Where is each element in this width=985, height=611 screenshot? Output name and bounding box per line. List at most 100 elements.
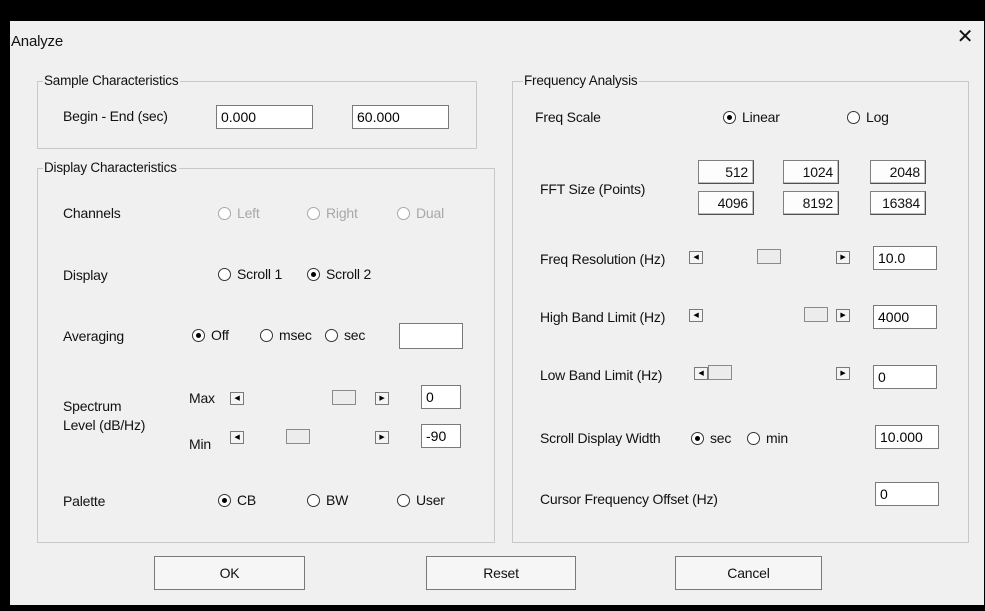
freq-scale-log-radio[interactable]: Log xyxy=(847,109,889,125)
spectrum-max-thumb[interactable] xyxy=(332,390,356,405)
radio-circle xyxy=(307,206,320,220)
radio-circle xyxy=(691,431,704,445)
freq-resolution-scroll-right[interactable]: ▶ xyxy=(836,251,850,264)
radio-label: Off xyxy=(211,327,229,343)
radio-circle xyxy=(218,206,231,220)
channel-left-radio: Left xyxy=(218,205,260,221)
display-scroll2-radio[interactable]: Scroll 2 xyxy=(307,266,371,282)
freq-resolution-scroll-left[interactable]: ◀ xyxy=(689,251,703,264)
radio-circle xyxy=(260,328,273,342)
palette-cb-radio[interactable]: CB xyxy=(218,492,256,508)
fft-8192-button[interactable]: 8192 xyxy=(783,191,839,215)
ok-button[interactable]: OK xyxy=(154,556,305,590)
scroll-width-min-radio[interactable]: min xyxy=(747,430,788,446)
scroll-width-sec-radio[interactable]: sec xyxy=(691,430,731,446)
spectrum-max-scroll-left[interactable]: ◀ xyxy=(230,392,244,405)
radio-label: Scroll 2 xyxy=(326,266,372,282)
dialog-title: Analyze xyxy=(11,33,63,50)
radio-label: Linear xyxy=(742,109,780,125)
high-band-thumb[interactable] xyxy=(804,307,828,322)
radio-label: User xyxy=(416,492,445,508)
spectrum-min-scroll-right[interactable]: ▶ xyxy=(375,431,389,444)
radio-circle xyxy=(397,206,410,220)
radio-label: CB xyxy=(237,492,257,508)
freq-resolution-input[interactable] xyxy=(873,246,937,270)
radio-circle xyxy=(847,110,860,124)
spectrum-label-line1: Spectrum xyxy=(63,398,122,414)
display-characteristics-legend: Display Characteristics xyxy=(43,160,179,176)
low-band-scroll-left[interactable]: ◀ xyxy=(694,367,708,380)
fft-1024-button[interactable]: 1024 xyxy=(783,160,839,184)
averaging-input[interactable] xyxy=(399,323,463,349)
spectrum-min-scroll-left[interactable]: ◀ xyxy=(230,431,244,444)
fft-512-button[interactable]: 512 xyxy=(698,160,754,184)
channel-right-radio: Right xyxy=(307,205,358,221)
display-label: Display xyxy=(63,267,108,283)
radio-label: sec xyxy=(710,430,732,446)
palette-user-radio[interactable]: User xyxy=(397,492,445,508)
radio-label: Right xyxy=(326,205,358,221)
spectrum-min-thumb[interactable] xyxy=(286,429,310,444)
radio-label: BW xyxy=(326,492,349,508)
freq-scale-label: Freq Scale xyxy=(535,109,601,125)
reset-button[interactable]: Reset xyxy=(426,556,576,590)
radio-circle xyxy=(723,110,736,124)
spectrum-max-scroll-right[interactable]: ▶ xyxy=(375,392,389,405)
radio-label: sec xyxy=(344,327,366,343)
spectrum-label-line2: Level (dB/Hz) xyxy=(63,417,146,433)
radio-circle xyxy=(192,328,205,342)
high-band-scroll-left[interactable]: ◀ xyxy=(689,309,703,322)
analyze-dialog: Analyze ✕ Sample Characteristics Begin -… xyxy=(10,21,984,605)
palette-bw-radio[interactable]: BW xyxy=(307,492,348,508)
high-band-label: High Band Limit (Hz) xyxy=(540,309,666,325)
radio-circle xyxy=(307,267,320,281)
freq-scale-linear-radio[interactable]: Linear xyxy=(723,109,780,125)
display-characteristics-group: Display Characteristics xyxy=(37,160,495,543)
fft-size-label: FFT Size (Points) xyxy=(540,181,646,197)
display-scroll1-radio[interactable]: Scroll 1 xyxy=(218,266,282,282)
begin-time-input[interactable] xyxy=(216,105,313,129)
radio-circle xyxy=(325,328,338,342)
spectrum-max-input[interactable] xyxy=(421,385,461,409)
sample-characteristics-legend: Sample Characteristics xyxy=(43,73,181,89)
low-band-input[interactable] xyxy=(873,365,937,389)
high-band-input[interactable] xyxy=(873,305,937,329)
radio-circle xyxy=(218,493,231,507)
averaging-label: Averaging xyxy=(63,328,124,344)
frequency-analysis-legend: Frequency Analysis xyxy=(523,73,640,89)
spectrum-max-label: Max xyxy=(189,390,215,406)
palette-label: Palette xyxy=(63,493,106,509)
radio-circle xyxy=(307,493,320,507)
fft-4096-button[interactable]: 4096 xyxy=(698,191,754,215)
scroll-width-label: Scroll Display Width xyxy=(540,430,661,446)
radio-label: msec xyxy=(279,327,312,343)
cancel-button[interactable]: Cancel xyxy=(675,556,822,590)
fft-16384-button[interactable]: 16384 xyxy=(870,191,926,215)
close-icon[interactable]: ✕ xyxy=(954,26,976,48)
radio-circle xyxy=(218,267,231,281)
high-band-scroll-right[interactable]: ▶ xyxy=(836,309,850,322)
scroll-width-input[interactable] xyxy=(875,425,939,449)
averaging-off-radio[interactable]: Off xyxy=(192,327,229,343)
radio-label: min xyxy=(766,430,788,446)
fft-2048-button[interactable]: 2048 xyxy=(870,160,926,184)
cursor-offset-label: Cursor Frequency Offset (Hz) xyxy=(540,491,718,507)
cursor-offset-input[interactable] xyxy=(875,482,939,506)
low-band-thumb[interactable] xyxy=(708,365,732,380)
spectrum-min-input[interactable] xyxy=(421,424,461,448)
end-time-input[interactable] xyxy=(352,105,449,129)
radio-circle xyxy=(397,493,410,507)
low-band-scroll-right[interactable]: ▶ xyxy=(836,367,850,380)
freq-resolution-thumb[interactable] xyxy=(757,249,781,264)
radio-label: Left xyxy=(237,205,260,221)
radio-label: Scroll 1 xyxy=(237,266,283,282)
channels-label: Channels xyxy=(63,205,121,221)
radio-label: Dual xyxy=(416,205,444,221)
freq-resolution-label: Freq Resolution (Hz) xyxy=(540,251,666,267)
averaging-msec-radio[interactable]: msec xyxy=(260,327,312,343)
radio-circle xyxy=(747,431,760,445)
radio-label: Log xyxy=(866,109,889,125)
averaging-sec-radio[interactable]: sec xyxy=(325,327,365,343)
low-band-label: Low Band Limit (Hz) xyxy=(540,367,663,383)
begin-end-label: Begin - End (sec) xyxy=(63,108,168,124)
